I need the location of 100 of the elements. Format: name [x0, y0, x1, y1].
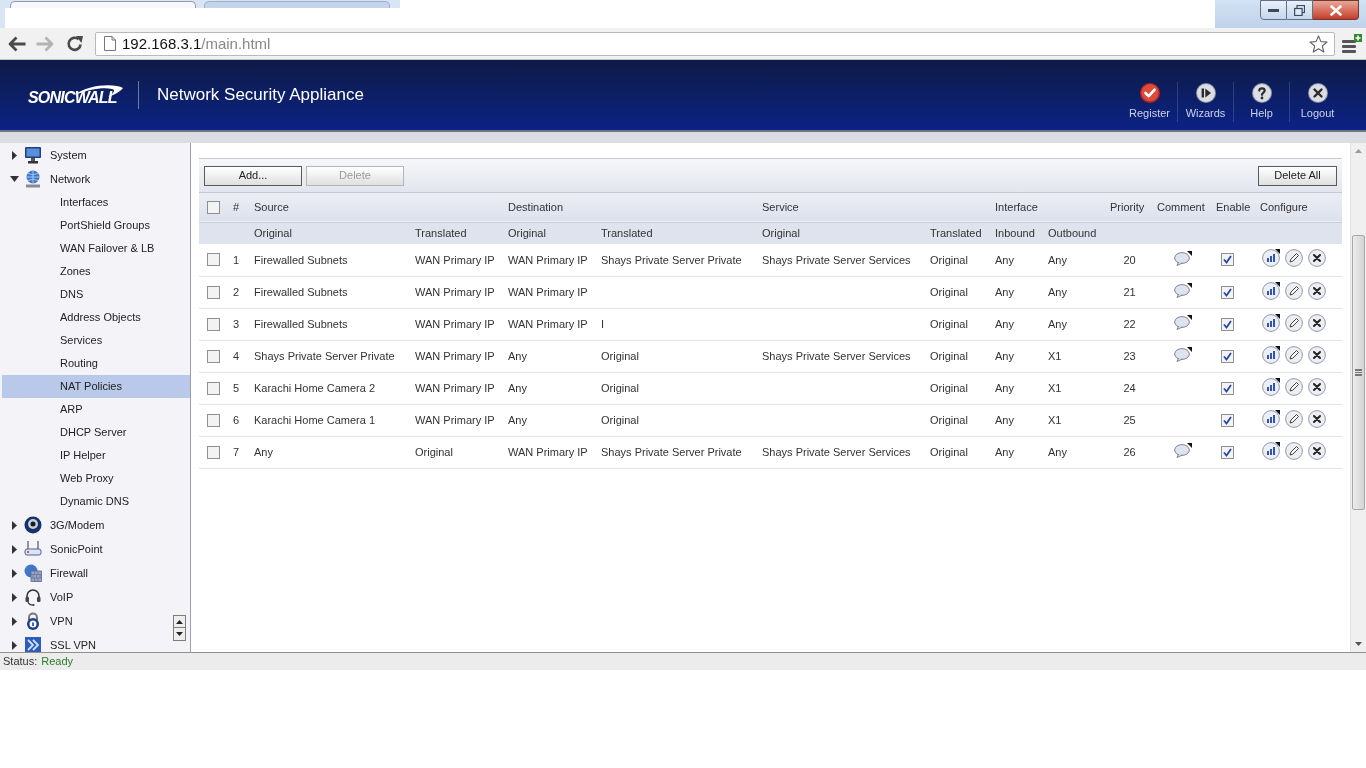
sidebar-item[interactable]: IP Helper	[2, 444, 190, 467]
speech-bubble-icon[interactable]	[1173, 315, 1192, 330]
column-header[interactable]: Destination	[504, 193, 759, 222]
close-button[interactable]	[1313, 0, 1359, 20]
checkbox[interactable]	[207, 253, 220, 267]
browser-tab[interactable]	[10, 1, 196, 8]
triangle-right-icon[interactable]	[12, 520, 17, 530]
sidebar-item[interactable]: Address Objects	[2, 306, 190, 329]
header-link[interactable]: Register	[1122, 60, 1177, 130]
sidebar-item[interactable]: VPN	[48, 612, 75, 630]
speech-bubble-icon[interactable]	[1173, 347, 1192, 362]
bar-chart-icon[interactable]	[1262, 345, 1281, 364]
column-header[interactable]: Source	[250, 193, 504, 222]
pencil-icon[interactable]	[1285, 281, 1304, 300]
triangle-right-icon[interactable]	[12, 592, 17, 602]
bar-chart-icon[interactable]	[1262, 377, 1281, 396]
sidebar-item[interactable]: PortShield Groups	[2, 214, 190, 237]
checkbox[interactable]	[207, 445, 220, 459]
column-subheader[interactable]: Original	[250, 222, 411, 244]
triangle-right-icon[interactable]	[12, 150, 17, 160]
speech-bubble-icon[interactable]	[1173, 283, 1192, 298]
checkbox[interactable]	[207, 317, 220, 331]
checkbox[interactable]	[1221, 381, 1235, 395]
x-circle-icon[interactable]	[1308, 441, 1327, 460]
sidebar-item[interactable]: VoIP	[48, 588, 76, 606]
sidebar-item[interactable]: WAN Failover & LB	[2, 237, 190, 260]
checkbox[interactable]	[207, 285, 220, 299]
bar-chart-icon[interactable]	[1262, 249, 1281, 268]
menu-icon[interactable]	[1342, 33, 1362, 54]
column-subheader[interactable]: Translated	[926, 222, 992, 244]
column-subheader[interactable]: Original	[758, 222, 927, 244]
triangle-right-icon[interactable]	[12, 616, 17, 626]
x-circle-icon[interactable]	[1308, 249, 1327, 268]
url-text[interactable]: 192.168.3.1/main.html	[122, 34, 271, 53]
speech-bubble-icon[interactable]	[1173, 443, 1192, 458]
toolbar-button[interactable]: Delete All	[1258, 165, 1338, 186]
pencil-icon[interactable]	[1285, 441, 1304, 460]
sidebar-item[interactable]: Firewall	[48, 564, 90, 582]
triangle-down-icon[interactable]	[10, 176, 19, 182]
triangle-right-icon[interactable]	[12, 544, 17, 554]
checkbox[interactable]	[1221, 445, 1235, 459]
x-circle-icon[interactable]	[1308, 345, 1327, 364]
column-header[interactable]: #	[227, 193, 250, 222]
checkbox[interactable]	[207, 413, 220, 427]
header-link[interactable]: Logout	[1290, 60, 1345, 130]
sidebar-item[interactable]: 3G/Modem	[48, 516, 107, 534]
column-header[interactable]: Priority	[1106, 193, 1154, 222]
restore-button[interactable]	[1287, 0, 1313, 20]
checkbox[interactable]	[207, 349, 220, 363]
sidebar-item[interactable]: SonicPoint	[48, 540, 105, 558]
column-header[interactable]: Comment	[1153, 193, 1213, 222]
triangle-down-icon[interactable]	[1355, 642, 1363, 646]
triangle-right-icon[interactable]	[12, 640, 17, 650]
sidebar-item[interactable]: Services	[2, 329, 190, 352]
bar-chart-icon[interactable]	[1262, 409, 1281, 428]
sidebar-item[interactable]: Network	[48, 170, 93, 188]
checkbox[interactable]	[207, 381, 220, 395]
bar-chart-icon[interactable]	[1262, 441, 1281, 460]
back-icon[interactable]	[8, 35, 26, 52]
star-icon[interactable]	[1309, 34, 1328, 53]
toolbar-button[interactable]: Add...	[204, 165, 302, 186]
bar-chart-icon[interactable]	[1262, 313, 1281, 332]
speech-bubble-icon[interactable]	[1173, 250, 1192, 266]
x-circle-icon[interactable]	[1308, 377, 1327, 396]
pencil-icon[interactable]	[1285, 345, 1304, 364]
x-circle-icon[interactable]	[1308, 281, 1327, 300]
x-circle-icon[interactable]	[1308, 313, 1327, 332]
column-subheader[interactable]: Inbound	[991, 222, 1045, 244]
column-header[interactable]: Configure	[1256, 193, 1343, 222]
minimize-button[interactable]	[1260, 0, 1287, 20]
column-subheader[interactable]: Translated	[597, 222, 759, 244]
checkbox[interactable]	[1221, 349, 1235, 363]
column-header[interactable]: Interface	[991, 193, 1107, 222]
sidebar-item[interactable]: Zones	[2, 260, 190, 283]
column-subheader[interactable]: Outbound	[1044, 222, 1107, 244]
scroll-down-button[interactable]	[173, 628, 186, 641]
checkbox[interactable]	[1221, 285, 1235, 299]
column-subheader[interactable]: Original	[504, 222, 597, 244]
header-link[interactable]: Help	[1234, 60, 1289, 130]
scrollbar[interactable]	[1350, 143, 1366, 652]
column-header[interactable]: Service	[758, 193, 992, 222]
x-circle-icon[interactable]	[1308, 409, 1327, 428]
sidebar-item[interactable]: DHCP Server	[2, 421, 190, 444]
checkbox[interactable]	[1221, 317, 1235, 331]
sidebar-item[interactable]: System	[48, 146, 89, 164]
checkbox[interactable]	[1221, 253, 1235, 267]
sidebar-item[interactable]: Web Proxy	[2, 467, 190, 490]
triangle-right-icon[interactable]	[12, 568, 17, 578]
pencil-icon[interactable]	[1285, 249, 1304, 268]
sidebar-item[interactable]: Routing	[2, 352, 190, 375]
sidebar-item[interactable]: NAT Policies	[2, 375, 190, 398]
sidebar-item[interactable]: DNS	[2, 283, 190, 306]
scrollbar-thumb[interactable]	[1352, 235, 1366, 510]
address-field[interactable]: 192.168.3.1/main.html	[95, 31, 1335, 56]
pencil-icon[interactable]	[1285, 409, 1304, 428]
sidebar-item[interactable]: SSL VPN	[48, 636, 99, 652]
reload-icon[interactable]	[66, 34, 84, 53]
sidebar-item[interactable]: ARP	[2, 398, 190, 421]
column-subheader[interactable]: Translated	[411, 222, 504, 244]
pencil-icon[interactable]	[1285, 377, 1304, 396]
